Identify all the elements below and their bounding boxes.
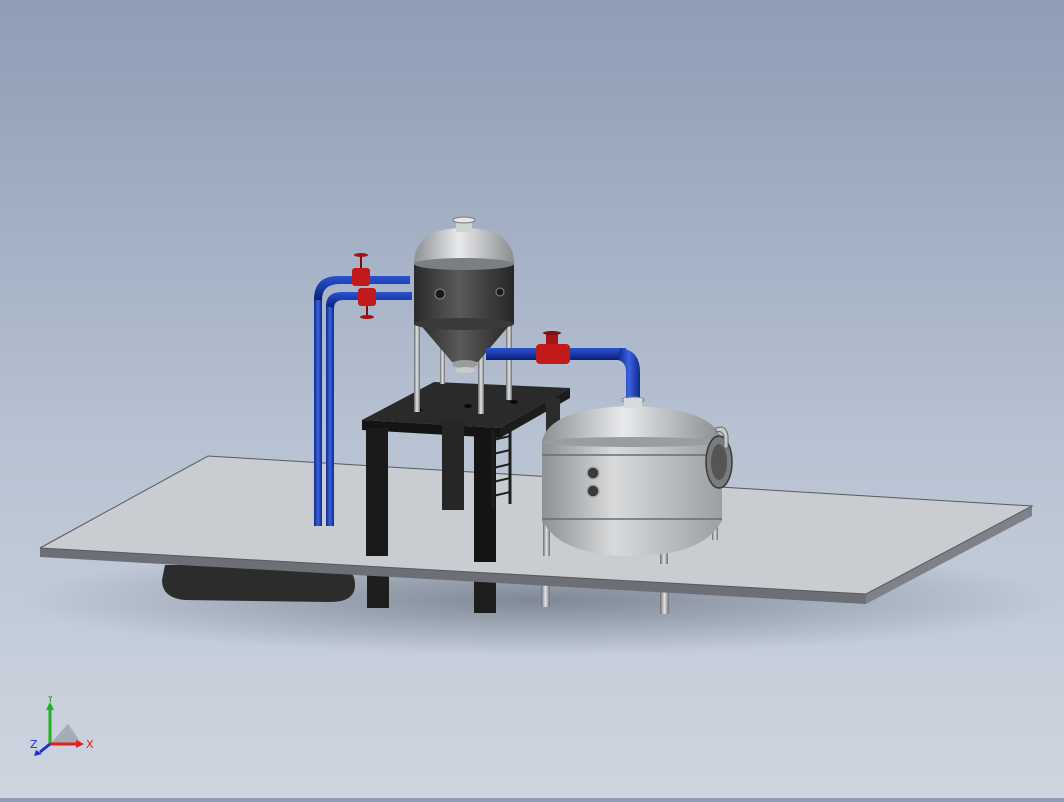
y-axis-label: Y: [46, 696, 54, 705]
transfer-valve[interactable]: [536, 331, 570, 364]
frame-leg-under-left: [367, 575, 389, 608]
valve-upper-2[interactable]: [358, 288, 376, 319]
receiver-top-nozzle: [624, 398, 642, 408]
z-axis-label: Z: [30, 738, 38, 751]
frame-leg-under-right: [474, 580, 496, 613]
x-axis-label: X: [86, 738, 94, 751]
tank-leg-under-2: [660, 590, 669, 614]
z-axis-line: [39, 742, 51, 754]
valve-upper-1[interactable]: [352, 253, 370, 286]
model-scene[interactable]: [0, 0, 1064, 798]
orientation-triad: Y X Z: [30, 696, 94, 756]
tank-leg-under-1: [541, 585, 550, 607]
receiver-tank[interactable]: [542, 406, 733, 564]
cad-viewport[interactable]: Y X Z: [0, 0, 1064, 798]
